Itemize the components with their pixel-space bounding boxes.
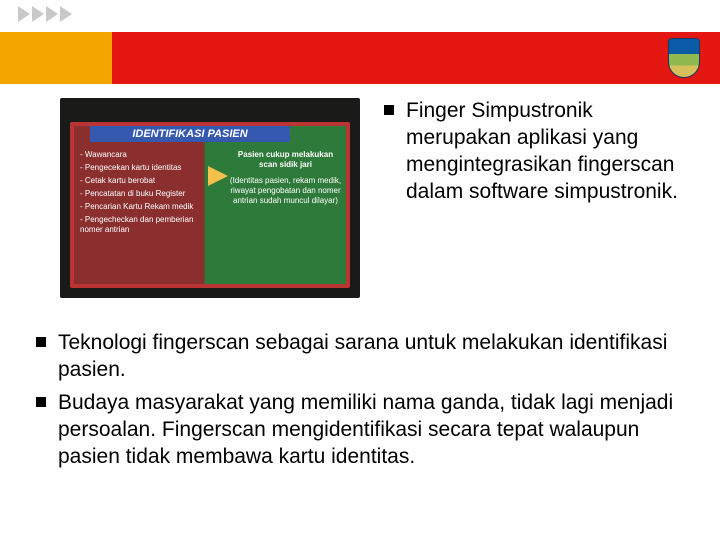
right-note: (Identitas pasien, rekam medik, riwayat …	[228, 176, 343, 206]
embedded-slide-title: IDENTIFIKASI PASIEN	[90, 126, 290, 142]
decor-triangles	[18, 6, 72, 22]
crest-icon	[668, 38, 700, 78]
bullet-item: Budaya masyarakat yang memiliki nama gan…	[36, 390, 686, 471]
triangle-icon	[46, 6, 58, 22]
bullet-list: Finger Simpustronik merupakan aplikasi y…	[384, 98, 680, 206]
list-item: - Pencatatan di buku Register	[80, 189, 210, 199]
header-accent-red	[112, 32, 720, 84]
list-item: - Wawancara	[80, 150, 210, 160]
header-accent-yellow	[0, 32, 112, 84]
embedded-slide-right-col: Pasien cukup melakukan scan sidik jari (…	[228, 150, 343, 206]
top-bullet-block: Finger Simpustronik merupakan aplikasi y…	[384, 98, 680, 298]
right-header: Pasien cukup melakukan scan sidik jari	[228, 150, 343, 170]
triangle-icon	[60, 6, 72, 22]
embedded-slide-left-col: - Wawancara - Pengecekan kartu identitas…	[80, 150, 210, 238]
header-bar	[0, 32, 720, 84]
content-row: IDENTIFIKASI PASIEN - Wawancara - Pengec…	[60, 98, 680, 298]
bullet-item: Finger Simpustronik merupakan aplikasi y…	[384, 98, 680, 206]
embedded-slide-photo: IDENTIFIKASI PASIEN - Wawancara - Pengec…	[60, 98, 360, 298]
bullet-list: Teknologi fingerscan sebagai sarana untu…	[36, 330, 686, 470]
arrow-right-icon	[208, 166, 228, 186]
list-item: - Pengecheckan dan pemberian nomer antri…	[80, 215, 210, 235]
bottom-bullet-block: Teknologi fingerscan sebagai sarana untu…	[36, 330, 686, 476]
list-item: - Pengecekan kartu identitas	[80, 163, 210, 173]
triangle-icon	[18, 6, 30, 22]
list-item: - Pencarian Kartu Rekam medik	[80, 202, 210, 212]
triangle-icon	[32, 6, 44, 22]
bullet-item: Teknologi fingerscan sebagai sarana untu…	[36, 330, 686, 384]
list-item: - Cetak kartu berobat	[80, 176, 210, 186]
